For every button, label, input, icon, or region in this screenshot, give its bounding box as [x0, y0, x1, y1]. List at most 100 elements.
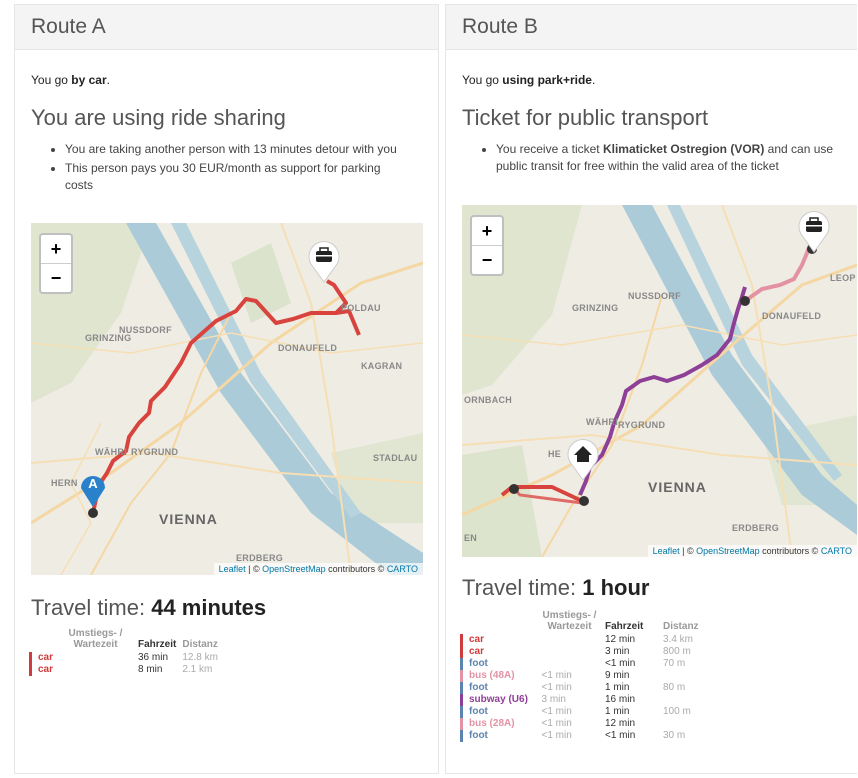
leg-time: 12 min: [605, 718, 636, 729]
leg-mode: foot: [460, 730, 542, 742]
map-label: WÄHRI: [586, 417, 618, 427]
location-pin-icon[interactable]: A: [79, 468, 107, 508]
table-row: foot <1 min 70 m: [460, 658, 705, 670]
route-a-panel: Route A You go by car. You are using rid…: [14, 4, 439, 774]
route-a-section-title: You are using ride sharing: [31, 105, 286, 130]
marker-letter: A: [88, 476, 98, 491]
route-a-bullets: You are taking another person with 13 mi…: [31, 141, 405, 196]
map-label: DONAUFELD: [762, 311, 822, 321]
leg-wait: [542, 658, 606, 670]
zoom-control: + −: [470, 215, 504, 276]
table-row: foot <1 min 1 min 80 m: [460, 682, 705, 694]
leg-distance: [663, 718, 705, 730]
leg-wait: [542, 646, 606, 658]
leg-distance: [663, 694, 705, 706]
zoom-out-button[interactable]: −: [472, 246, 502, 274]
map-label: NUSSDORF: [628, 291, 681, 301]
map-attribution: Leaflet | © OpenStreetMap contributors ©…: [647, 545, 857, 557]
leg-wait: <1 min: [541, 718, 572, 729]
route-a-travel-time: Travel time: 44 minutes: [31, 595, 267, 620]
leaflet-link[interactable]: Leaflet: [219, 564, 246, 574]
col-header-time: Fahrzeit: [138, 639, 177, 650]
bullet-item: You are taking another person with 13 mi…: [65, 141, 405, 158]
leg-distance: 70 m: [663, 658, 686, 669]
zoom-in-button[interactable]: +: [472, 217, 502, 246]
route-b-title: Route B: [446, 5, 857, 50]
leg-time: <1 min: [605, 658, 636, 669]
table-row: bus (48A) <1 min 9 min: [460, 670, 705, 682]
briefcase-icon[interactable]: [797, 209, 831, 253]
col-header-distance: Distanz: [182, 639, 218, 650]
route-a-legs-table: Umstiegs- / Wartezeit Fahrzeit Distanz c…: [29, 628, 225, 676]
map-label: HE: [548, 449, 562, 459]
osm-link[interactable]: OpenStreetMap: [696, 546, 760, 556]
route-b-map[interactable]: NUSSDORF GRINZING DONAUFELD LEOP ORNBACH…: [462, 205, 857, 557]
carto-link[interactable]: CARTO: [387, 564, 418, 574]
leg-mode: bus (48A): [460, 670, 542, 682]
map-attribution: Leaflet | © OpenStreetMap contributors ©…: [213, 563, 423, 575]
map-label: LEOP: [830, 273, 856, 283]
leg-distance: 80 m: [663, 682, 686, 693]
carto-link[interactable]: CARTO: [821, 546, 852, 556]
map-city-label: VIENNA: [648, 479, 707, 495]
map-label: WÄHRI: [95, 447, 127, 457]
leg-time: <1 min: [605, 730, 636, 741]
leg-mode: subway (U6): [460, 694, 542, 706]
route-a-mode: You go by car.: [31, 73, 110, 87]
leg-mode: car: [460, 646, 542, 658]
leg-time: 3 min: [605, 646, 630, 657]
leg-wait: <1 min: [541, 682, 572, 693]
table-row: foot <1 min 1 min 100 m: [460, 706, 705, 718]
map-label: KAGRAN: [361, 361, 403, 371]
zoom-in-button[interactable]: +: [41, 235, 71, 264]
map-label: EN: [464, 533, 478, 543]
leg-wait: <1 min: [541, 706, 572, 717]
map-label: RYGRUND: [131, 447, 179, 457]
leg-mode: bus (28A): [460, 718, 542, 730]
leg-wait: <1 min: [541, 670, 572, 681]
briefcase-icon[interactable]: [307, 239, 341, 283]
map-label: POLDAU: [341, 303, 381, 313]
route-b-legs-table: Umstiegs- / Wartezeit Fahrzeit Distanz c…: [460, 610, 706, 742]
table-row: car 36 min 12.8 km: [29, 652, 224, 664]
leg-distance: 30 m: [663, 730, 686, 741]
bullet-item: This person pays you 30 EUR/month as sup…: [65, 160, 405, 194]
route-b-bullets: You receive a ticket Klimaticket Ostregi…: [462, 141, 846, 177]
table-row: car 3 min 800 m: [460, 646, 705, 658]
col-header-time: Fahrzeit: [605, 621, 644, 632]
bullet-item: You receive a ticket Klimaticket Ostregi…: [496, 141, 846, 175]
leg-wait: [542, 634, 606, 646]
zoom-control: + −: [39, 233, 73, 294]
leg-mode: foot: [460, 706, 542, 718]
map-tiles: [31, 223, 423, 575]
map-label: ORNBACH: [464, 395, 513, 405]
leg-mode: foot: [460, 658, 542, 670]
map-label: RYGRUND: [618, 420, 666, 430]
map-label: STADLAU: [373, 453, 418, 463]
leg-distance: 100 m: [663, 706, 691, 717]
table-row: foot <1 min <1 min 30 m: [460, 730, 705, 742]
leg-mode: car: [460, 634, 542, 646]
leg-distance: 3.4 km: [663, 634, 694, 645]
osm-link[interactable]: OpenStreetMap: [262, 564, 326, 574]
leg-distance: [663, 670, 705, 682]
table-row: bus (28A) <1 min 12 min: [460, 718, 705, 730]
route-a-map[interactable]: NUSSDORF GRINZING DONAUFELD KAGRAN POLDA…: [31, 223, 423, 575]
route-b-travel-time: Travel time: 1 hour: [462, 575, 650, 600]
leaflet-link[interactable]: Leaflet: [653, 546, 680, 556]
map-label: HERN: [51, 478, 78, 488]
table-row: car 12 min 3.4 km: [460, 634, 705, 646]
zoom-out-button[interactable]: −: [41, 264, 71, 292]
map-city-label: VIENNA: [159, 511, 218, 527]
col-header-distance: Distanz: [663, 621, 699, 632]
table-row: subway (U6) 3 min 16 min: [460, 694, 705, 706]
leg-wait: 3 min: [541, 694, 566, 705]
map-label: GRINZING: [572, 303, 619, 313]
leg-time: 16 min: [605, 694, 636, 705]
leg-time: 1 min: [605, 682, 630, 693]
col-header-wait: Umstiegs- / Wartezeit: [68, 628, 123, 650]
leg-mode: foot: [460, 682, 542, 694]
col-header-wait: Umstiegs- / Wartezeit: [542, 610, 597, 632]
leg-distance: 800 m: [663, 646, 691, 657]
home-icon[interactable]: [566, 437, 600, 481]
